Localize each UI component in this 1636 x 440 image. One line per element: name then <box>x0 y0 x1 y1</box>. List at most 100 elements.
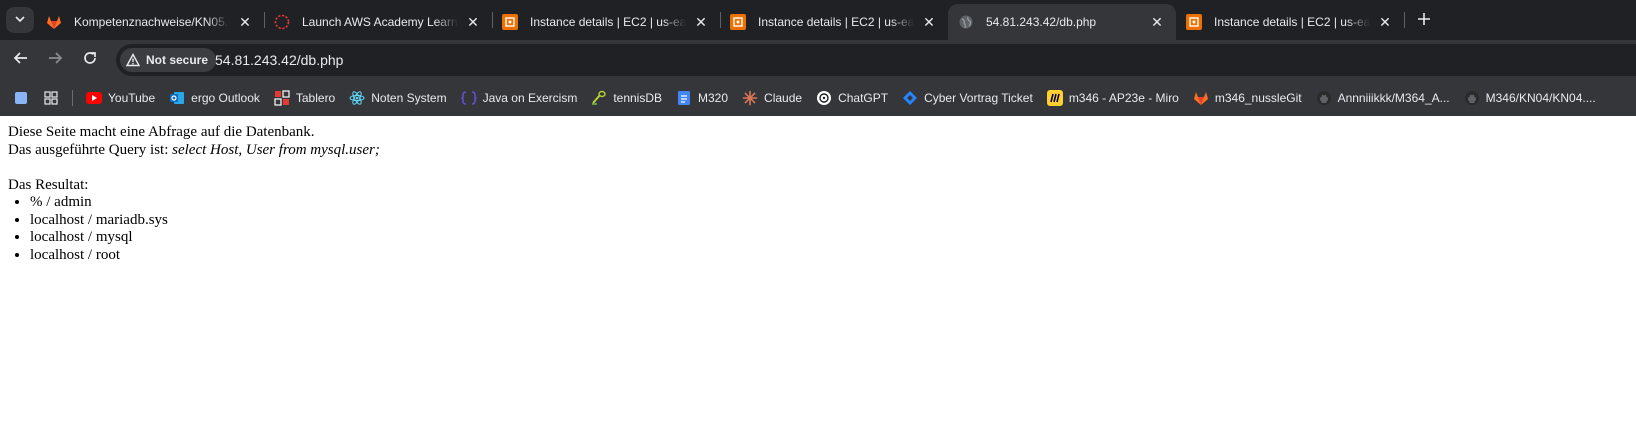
tab-divider <box>1404 12 1405 28</box>
close-icon[interactable]: ✕ <box>920 13 938 31</box>
bookmark-nussle-git[interactable]: m346_nussleGit <box>1186 84 1309 112</box>
bookmark-label: M320 <box>698 91 729 105</box>
result-heading: Das Resultat: <box>8 176 89 193</box>
browser-toolbar: Not secure 54.81.243.42/db.php <box>0 40 1636 80</box>
list-item: localhost / root <box>30 247 380 265</box>
bookmark-label: Noten System <box>371 91 447 105</box>
tab-search-button[interactable] <box>6 7 34 33</box>
plus-icon <box>1417 9 1431 32</box>
bookmark-m346-kn04-github[interactable]: M346/KN04/KN04.... <box>1457 84 1603 112</box>
bookmark-label: Claude <box>764 91 803 105</box>
close-icon[interactable]: ✕ <box>1376 13 1394 31</box>
tab-ec2-3[interactable]: Instance details | EC2 | us-east-1 ✕ <box>1176 4 1404 40</box>
tab-ec2-1[interactable]: Instance details | EC2 | us-east-1 ✕ <box>492 4 720 40</box>
bookmark-grid[interactable] <box>36 84 66 112</box>
url-text[interactable]: 54.81.243.42/db.php <box>215 52 343 68</box>
list-item: % / admin <box>30 194 380 212</box>
bookmark-label: tennisDB <box>613 91 663 105</box>
react-icon <box>349 90 365 106</box>
bookmark-label: m346_nussleGit <box>1214 91 1302 105</box>
bookmarks-bar: YouTube ergo Outlook Tablero Noten Syste… <box>0 80 1636 116</box>
back-button[interactable] <box>9 48 33 72</box>
bookmark-outlook[interactable]: ergo Outlook <box>162 84 267 112</box>
globe-icon <box>958 14 974 30</box>
tab-title: Launch AWS Academy Learner Lab <box>302 15 458 29</box>
query-prefix: Das ausgeführte Query ist: <box>8 141 173 158</box>
bookmark-tennisdb[interactable]: tennisDB <box>584 84 669 112</box>
bookmark-miro[interactable]: m346 - AP23e - Miro <box>1040 84 1186 112</box>
bookmark-tablero[interactable]: Tablero <box>267 84 342 112</box>
github-icon <box>1316 90 1332 106</box>
bookmark-label: m346 - AP23e - Miro <box>1068 91 1179 105</box>
tab-aws-academy[interactable]: Launch AWS Academy Learner Lab ✕ <box>264 4 492 40</box>
forward-button[interactable] <box>43 48 67 72</box>
tab-title: Kompetenznachweise/KN05.md <box>74 15 230 29</box>
docs-icon <box>676 90 692 106</box>
security-label: Not secure <box>146 53 209 67</box>
bookmark-label: Cyber Vortrag Ticket <box>924 91 1033 105</box>
security-chip[interactable]: Not secure <box>120 48 217 72</box>
bookmark-youtube[interactable]: YouTube <box>79 84 162 112</box>
close-icon[interactable]: ✕ <box>236 13 254 31</box>
page-content: Diese Seite macht eine Abfrage auf die D… <box>0 116 1636 440</box>
bookmark-label: Tablero <box>295 91 336 105</box>
gitlab-icon <box>1193 90 1209 106</box>
bookmark-label: ChatGPT <box>838 91 889 105</box>
tab-ec2-2[interactable]: Instance details | EC2 | us-east-1 ✕ <box>720 4 948 40</box>
bookmark-noten-system[interactable]: Noten System <box>342 84 453 112</box>
bookmark-claude[interactable]: Claude <box>735 84 809 112</box>
bookmark-label: ergo Outlook <box>191 91 260 105</box>
reload-button[interactable] <box>78 48 102 72</box>
intro-text: Diese Seite macht eine Abfrage auf die D… <box>8 124 315 140</box>
aws-academy-icon <box>274 14 290 30</box>
tablero-icon <box>274 90 290 106</box>
aws-ec2-icon <box>1186 14 1202 30</box>
bookmark-chatgpt[interactable]: ChatGPT <box>809 84 895 112</box>
jira-icon <box>902 90 918 106</box>
bookmark-label: M346/KN04/KN04.... <box>1485 91 1596 105</box>
tab-kn05[interactable]: Kompetenznachweise/KN05.md ✕ <box>36 4 264 40</box>
bookmark-divider <box>72 90 73 106</box>
bookmark-label: Java on Exercism <box>482 91 578 105</box>
gitlab-icon <box>46 14 62 30</box>
list-item: localhost / mariadb.sys <box>30 212 380 230</box>
tab-title: 54.81.243.42/db.php <box>986 15 1097 29</box>
miro-icon <box>1046 90 1063 106</box>
new-tab-button[interactable] <box>1412 8 1436 32</box>
list-item: localhost / mysql <box>30 229 380 247</box>
close-icon[interactable]: ✕ <box>464 13 482 31</box>
bookmark-m320[interactable]: M320 <box>669 84 735 112</box>
grid-icon <box>43 90 59 106</box>
query-line: Das ausgeführte Query ist: select Host, … <box>8 142 380 160</box>
reload-icon <box>82 50 98 71</box>
close-icon[interactable]: ✕ <box>692 13 710 31</box>
chatgpt-icon <box>816 90 832 106</box>
tab-title: Instance details | EC2 | us-east-1 <box>758 15 914 29</box>
youtube-icon <box>86 90 102 106</box>
tab-title: Instance details | EC2 | us-east-1 <box>1214 15 1370 29</box>
chevron-down-icon <box>14 13 26 28</box>
result-list: % / admin localhost / mariadb.sys localh… <box>8 194 380 264</box>
arrow-left-icon <box>13 50 29 71</box>
tab-strip: Kompetenznachweise/KN05.md ✕ Launch AWS … <box>0 0 1636 40</box>
outlook-icon <box>169 90 185 106</box>
address-bar[interactable]: Not secure 54.81.243.42/db.php <box>116 44 1636 76</box>
warning-icon <box>126 53 140 67</box>
github-icon <box>1464 90 1480 106</box>
aws-ec2-icon <box>730 14 746 30</box>
bookmark-label: YouTube <box>108 91 156 105</box>
bookmark-label: Annniiikkk/M364_A... <box>1337 91 1450 105</box>
bookmark-apps[interactable] <box>0 84 36 112</box>
bookmark-cyber-vortrag[interactable]: Cyber Vortrag Ticket <box>895 84 1040 112</box>
aws-ec2-icon <box>502 14 518 30</box>
query-text: select Host, User from mysql.user; <box>172 141 380 158</box>
close-icon[interactable]: ✕ <box>1148 13 1166 31</box>
bookmark-exercism[interactable]: Java on Exercism <box>454 84 585 112</box>
tab-db-php[interactable]: 54.81.243.42/db.php ✕ <box>948 4 1176 40</box>
tab-title: Instance details | EC2 | us-east-1 <box>530 15 686 29</box>
tennis-icon <box>591 90 607 106</box>
arrow-right-icon <box>47 50 63 71</box>
bookmark-m364-github[interactable]: Annniiikkk/M364_A... <box>1309 84 1457 112</box>
claude-icon <box>742 90 758 106</box>
